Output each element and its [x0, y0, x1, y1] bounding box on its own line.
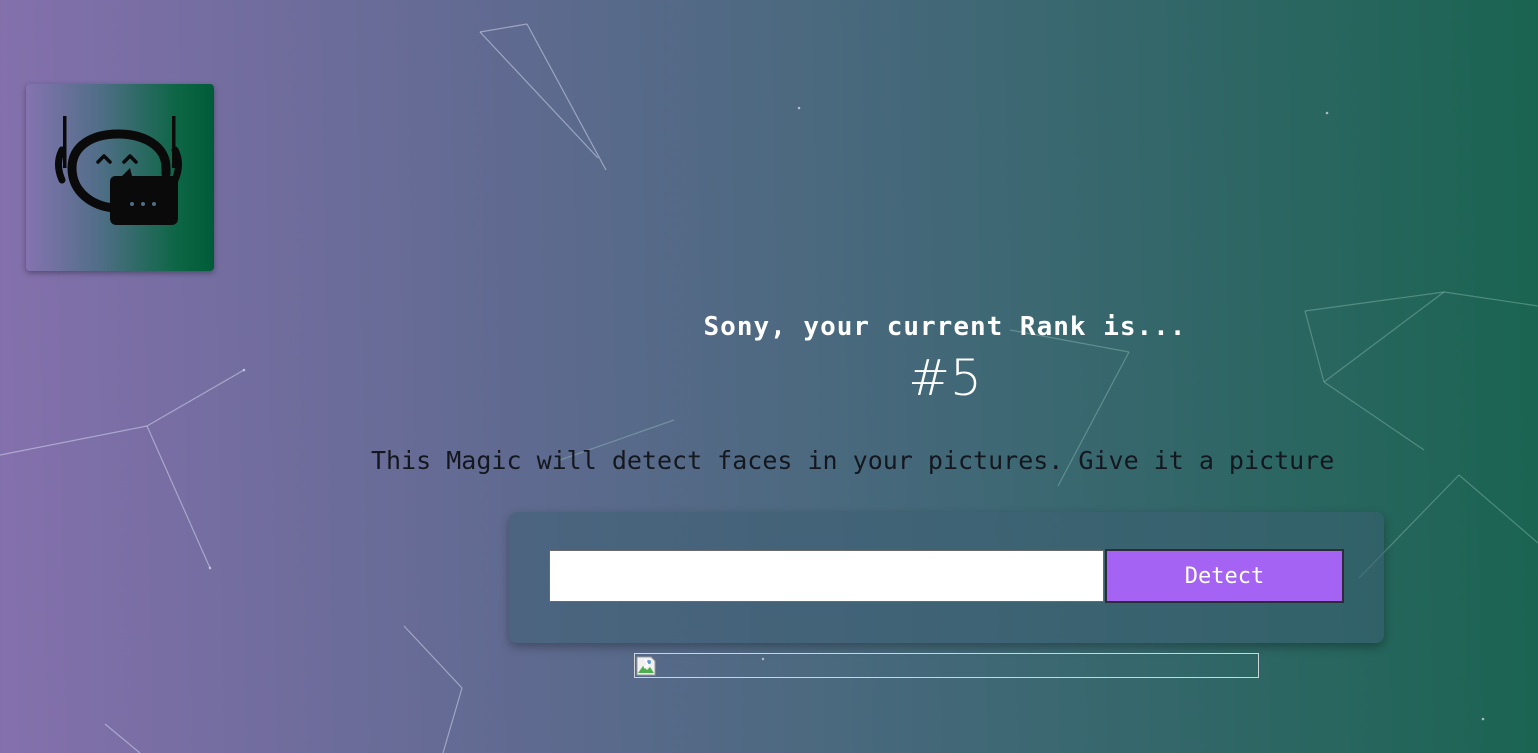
robot-chat-icon	[55, 116, 182, 225]
broken-image-icon	[636, 656, 656, 676]
logo-card[interactable]	[26, 84, 214, 271]
image-url-input[interactable]	[549, 550, 1104, 602]
rank-value: #5	[908, 349, 982, 407]
result-image	[634, 653, 1259, 678]
detect-button[interactable]: Detect	[1105, 549, 1344, 603]
description-text: This Magic will detect faces in your pic…	[371, 446, 1335, 475]
rank-heading: Sony, your current Rank is...	[703, 312, 1187, 342]
image-link-form: Detect	[509, 512, 1384, 643]
